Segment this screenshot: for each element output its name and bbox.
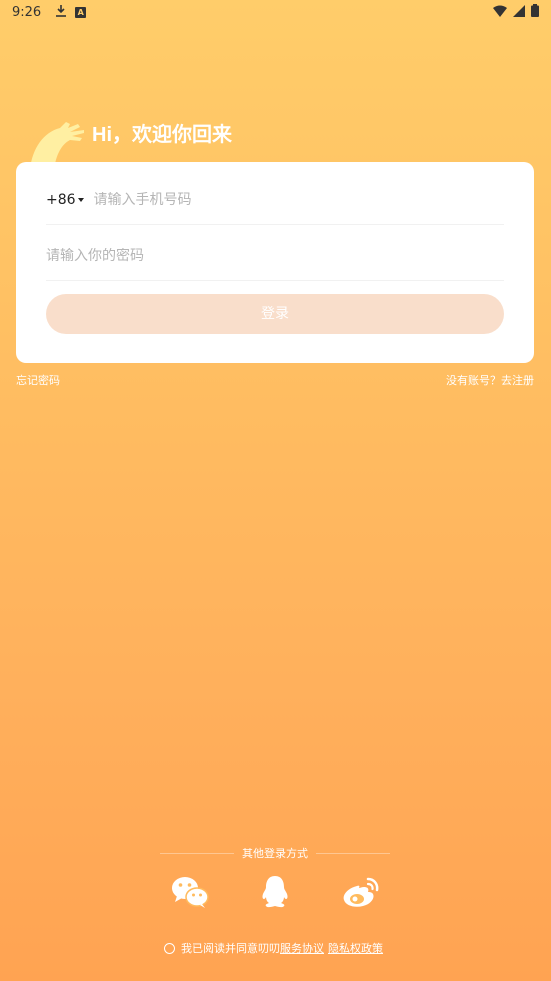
phone-row: +86 [46, 175, 504, 225]
forgot-password-link[interactable]: 忘记密码 [16, 372, 60, 388]
login-card: +86 登录 [16, 162, 534, 363]
greeting-title: Hi，欢迎你回来 [92, 124, 232, 146]
privacy-link[interactable]: 隐私权政策 [328, 940, 383, 956]
weibo-icon [342, 876, 380, 912]
register-link[interactable]: 没有账号？去注册 [446, 372, 534, 388]
wifi-icon [493, 5, 507, 21]
password-input[interactable] [46, 247, 504, 264]
other-login-header: 其他登录方式 [160, 844, 390, 862]
divider-left [160, 852, 234, 854]
caret-down-icon [77, 197, 84, 202]
signal-icon [513, 4, 525, 21]
wechat-icon [171, 876, 209, 912]
agreement-prefix: 我已阅读并同意叨叨 [181, 942, 280, 955]
agree-radio[interactable] [164, 942, 175, 954]
agreement-row: 我已阅读并同意叨叨 服务协议 隐私权政策 [164, 940, 383, 956]
divider-right [316, 852, 390, 854]
country-code-selector[interactable]: +86 [46, 192, 84, 208]
terms-link[interactable]: 服务协议 [280, 940, 324, 956]
phone-input[interactable] [93, 191, 504, 208]
other-login-title: 其他登录方式 [242, 847, 308, 860]
status-right [493, 4, 539, 21]
weibo-login-button[interactable] [341, 876, 381, 912]
wechat-login-button[interactable] [170, 876, 210, 912]
country-code-label: +86 [46, 191, 76, 208]
qq-icon [260, 875, 290, 913]
status-bar: 9:26 A [0, 0, 551, 24]
accessibility-icon: A [75, 6, 87, 18]
download-icon [55, 4, 67, 20]
login-button[interactable]: 登录 [46, 294, 504, 334]
qq-login-button[interactable] [255, 876, 295, 912]
battery-icon [531, 4, 539, 21]
password-row [46, 231, 504, 281]
status-time: 9:26 [12, 4, 42, 20]
